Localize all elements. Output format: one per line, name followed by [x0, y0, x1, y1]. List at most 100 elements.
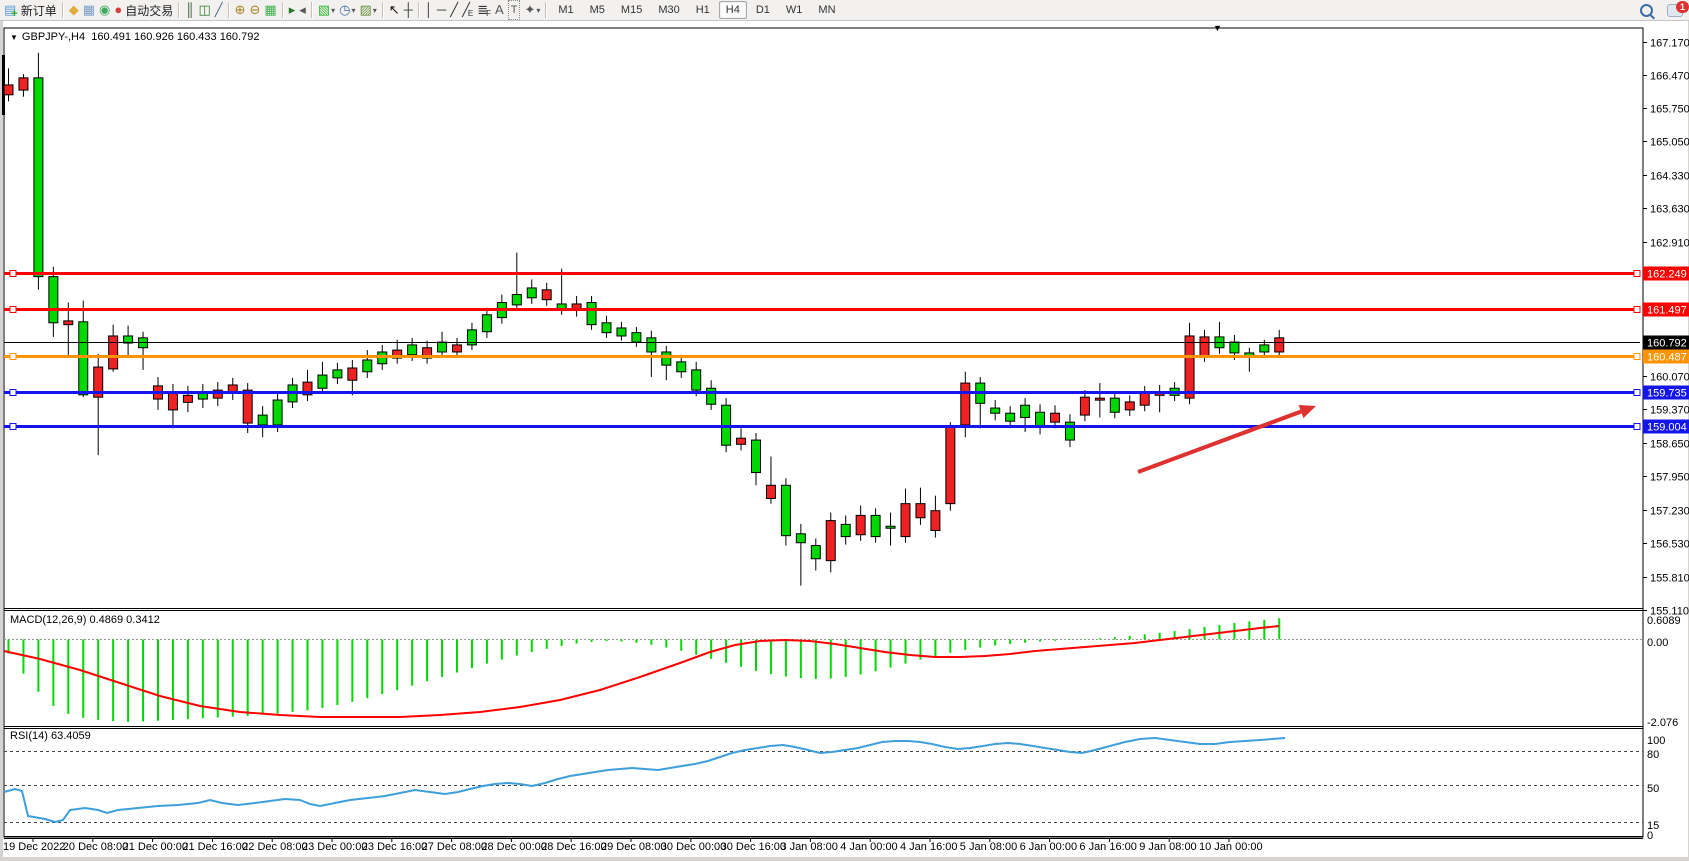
candle-body	[617, 328, 626, 336]
rsi-indicator-label: RSI(14) 63.4059	[10, 730, 91, 742]
candle-body	[931, 511, 940, 531]
line-handle[interactable]	[10, 307, 16, 313]
candle-body	[1080, 397, 1089, 415]
candle-body	[916, 504, 925, 518]
candle-body	[841, 524, 850, 536]
candle-body	[856, 515, 865, 534]
candle-body	[826, 521, 835, 561]
candle-body	[19, 78, 28, 90]
time-axis-label: 28 Dec 00:00	[481, 841, 546, 853]
price-axis-label: 160.070	[1650, 372, 1689, 384]
time-axis-label: 21 Dec 16:00	[182, 841, 247, 853]
candle-body	[886, 526, 895, 528]
time-axis-label: 27 Dec 08:00	[422, 841, 487, 853]
collapse-icon[interactable]: ▼	[10, 33, 18, 42]
price-axis-label: 157.950	[1650, 472, 1689, 484]
line-handle[interactable]	[1634, 354, 1640, 360]
candle-body	[64, 321, 73, 325]
price-axis-label: 164.330	[1650, 171, 1689, 183]
candle-body	[1200, 337, 1209, 356]
price-axis-label: 159.370	[1650, 405, 1689, 417]
candle-body	[811, 546, 820, 559]
candle-body	[453, 345, 462, 352]
line-handle[interactable]	[10, 271, 16, 277]
time-axis-label: 10 Jan 00:00	[1199, 841, 1263, 853]
price-axis-label: 166.470	[1650, 71, 1689, 83]
macd-scale-label: 0.00	[1647, 637, 1668, 649]
candle-body	[124, 336, 133, 343]
ohlc-values: 160.491 160.926 160.433 160.792	[91, 31, 259, 43]
candle-body	[901, 504, 910, 537]
candle-body	[632, 333, 641, 342]
candle-body	[557, 304, 566, 309]
time-axis-label: 6 Jan 16:00	[1079, 841, 1137, 853]
time-axis-label: 28 Dec 16:00	[541, 841, 606, 853]
line-handle[interactable]	[10, 390, 16, 396]
candle-body	[1051, 413, 1060, 422]
rsi-scale-label: 100	[1647, 735, 1665, 747]
candle-body	[587, 303, 596, 325]
candle-body	[273, 400, 282, 425]
time-axis-label: 4 Jan 16:00	[900, 841, 958, 853]
candle-body	[408, 345, 417, 355]
candle-body	[258, 415, 267, 425]
line-handle[interactable]	[10, 424, 16, 430]
line-handle[interactable]	[1634, 390, 1640, 396]
time-axis-label: 23 Dec 16:00	[362, 841, 427, 853]
candle-body	[1110, 398, 1119, 412]
candle-body	[109, 336, 118, 369]
rsi-scale-label: 50	[1647, 783, 1659, 795]
candle-body	[482, 315, 491, 332]
price-axis-label: 165.050	[1650, 137, 1689, 149]
price-level-label: 160.792	[1647, 338, 1687, 350]
rsi-scale-label: 80	[1647, 749, 1659, 761]
candle-body	[527, 288, 536, 298]
macd-indicator-label: MACD(12,26,9) 0.4869 0.3412	[10, 614, 160, 626]
candle-body	[1006, 413, 1015, 421]
rsi-scale-label: 0	[1647, 830, 1653, 842]
price-chart-canvas[interactable]: 167.170 166.470 165.750 165.050 164.330 163.6…	[0, 0, 1689, 861]
price-axis-label: 163.630	[1650, 204, 1689, 216]
price-axis-label: 157.230	[1650, 506, 1689, 518]
candle-body	[1065, 422, 1074, 440]
price-level-label: 161.497	[1647, 305, 1687, 317]
candle-body	[662, 352, 671, 365]
time-axis-label: 23 Dec 00:00	[302, 841, 367, 853]
chart-plot-frame	[4, 28, 1643, 837]
price-axis-label: 156.530	[1650, 539, 1689, 551]
candle-body	[49, 277, 58, 323]
price-axis-label: 165.750	[1650, 104, 1689, 116]
symbol-period-label: GBPJPY-,H4	[22, 31, 85, 43]
candle-body	[333, 370, 342, 378]
candle-body	[677, 362, 686, 372]
time-axis-label: 22 Dec 08:00	[242, 841, 307, 853]
price-level-label: 162.249	[1647, 269, 1687, 281]
line-handle[interactable]	[1634, 271, 1640, 277]
candle-body	[363, 360, 372, 372]
candle-body	[243, 390, 252, 423]
candle-body	[79, 322, 88, 395]
chart-shift-marker-icon[interactable]: ▼	[1213, 23, 1222, 33]
time-axis-label: 6 Jan 00:00	[1020, 841, 1078, 853]
candle-body	[1140, 393, 1149, 405]
time-axis-label: 3 Jan 08:00	[780, 841, 838, 853]
candle-body	[961, 383, 970, 425]
chart-symbol-title: ▼ GBPJPY-,H4 160.491 160.926 160.433 160.…	[10, 31, 259, 43]
time-axis-label: 20 Dec 08:00	[63, 841, 128, 853]
price-axis-label: 167.170	[1650, 38, 1689, 50]
price-axis-label: 162.910	[1650, 238, 1689, 250]
line-handle[interactable]	[1634, 307, 1640, 313]
macd-scale-label: -2.076	[1647, 717, 1678, 729]
candle-body	[707, 388, 716, 404]
candle-body	[438, 342, 447, 352]
candle-body	[991, 408, 1000, 413]
candle-body	[1230, 342, 1239, 353]
price-axis-label: 158.650	[1650, 439, 1689, 451]
candle-body	[228, 385, 237, 392]
candle-body	[183, 395, 192, 402]
time-axis-label: 9 Jan 08:00	[1139, 841, 1197, 853]
candle-body	[737, 438, 746, 444]
line-handle[interactable]	[1634, 424, 1640, 430]
candle-body	[1021, 405, 1030, 417]
line-handle[interactable]	[10, 354, 16, 360]
